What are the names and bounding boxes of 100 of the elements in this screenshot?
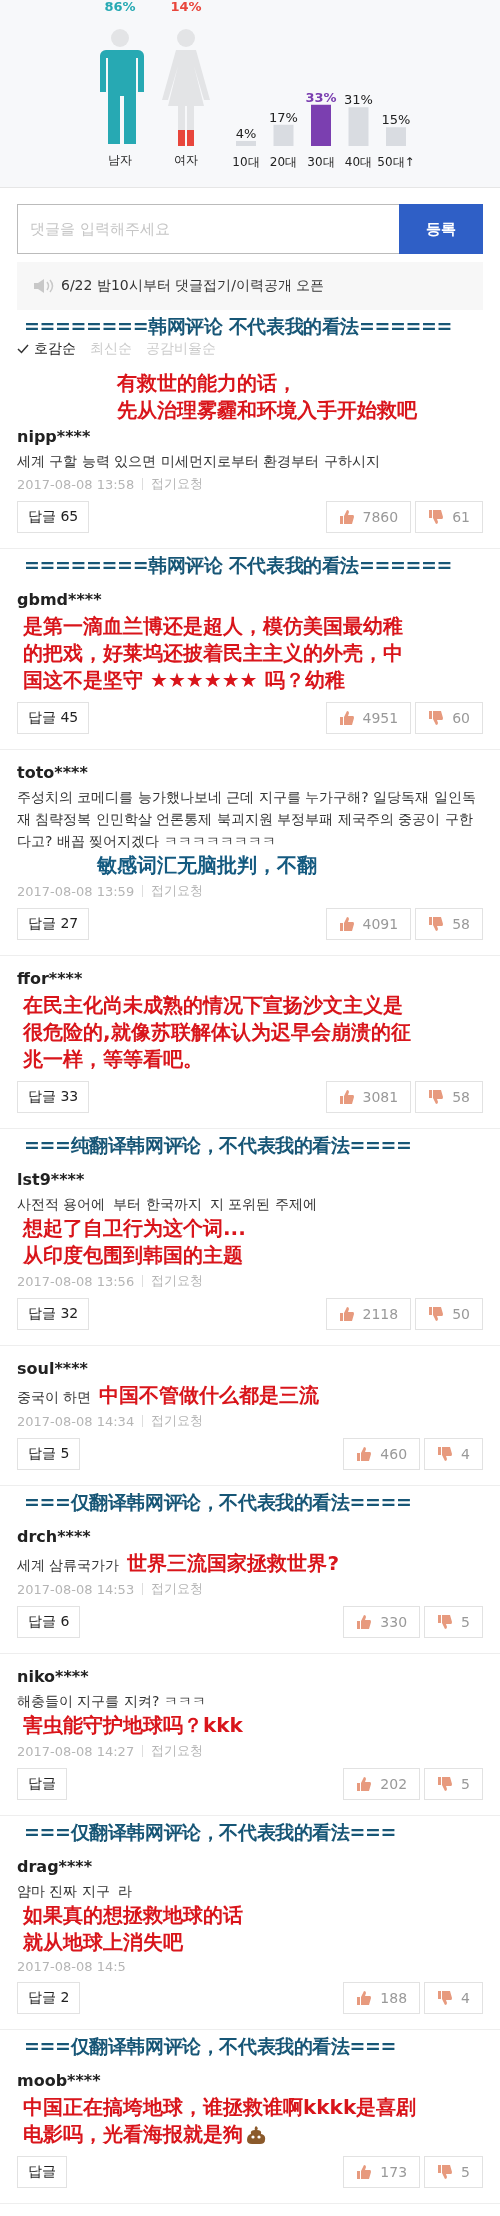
dislike-button[interactable]: 60 <box>415 702 483 734</box>
annotation-text: 很危险的,就像苏联解体认为迟早会崩溃的征 <box>23 1019 411 1046</box>
thumbs-up-icon <box>338 1089 355 1105</box>
speaker-icon <box>33 278 55 294</box>
annotation-text: 害虫能守护地球吗？kkk <box>23 1712 243 1739</box>
age-label: 40대 <box>344 155 373 169</box>
annotation-text: 中国正在搞垮地球，谁拯救谁啊kkkk是喜剧 <box>23 2094 417 2121</box>
reply-button[interactable]: 답글 65 <box>17 501 90 533</box>
check-icon <box>17 344 29 354</box>
dislike-button[interactable]: 58 <box>415 908 483 940</box>
like-button[interactable]: 3081 <box>325 1081 412 1113</box>
dislike-button[interactable]: 4 <box>424 1438 483 1470</box>
annotation-title: ========韩网评论 不代表我的看法====== <box>24 553 454 577</box>
submit-button[interactable]: 등록 <box>399 204 483 254</box>
thumbs-down-icon <box>428 1306 445 1322</box>
username: moob**** <box>17 2071 102 2090</box>
comment-text: 사전적 용어에 <box>17 1195 106 1214</box>
annotation-text: 是第一滴血兰博还是超人，模仿美国最幼稚 <box>23 613 403 640</box>
dislike-button[interactable]: 5 <box>424 2156 483 2188</box>
annotation-text: 从印度包围到韩国的主题 <box>23 1242 243 1269</box>
like-button[interactable]: 202 <box>343 1768 421 1800</box>
thumbs-down-icon <box>437 1614 454 1630</box>
comment-time: 2017-08-08 14:53 <box>17 1581 135 1597</box>
thumbs-down-icon <box>428 1089 445 1105</box>
like-button[interactable]: 4951 <box>325 702 412 734</box>
thumbs-up-icon <box>338 509 355 525</box>
thumbs-up-icon <box>338 1306 355 1322</box>
annotation-text: 就从地球上消失吧 <box>23 1929 183 1956</box>
comment-time: 2017-08-08 13:58 <box>17 476 135 492</box>
like-button[interactable]: 188 <box>343 1982 421 2014</box>
value-label: 31% <box>344 92 373 108</box>
reply-button[interactable]: 답글 45 <box>17 702 90 734</box>
value-label: 15% <box>381 112 411 128</box>
annotation-title: ===纯翻译韩网评论，不代表我的看法==== <box>24 1133 413 1157</box>
reply-button[interactable]: 답글 32 <box>17 1298 90 1330</box>
dislike-button[interactable]: 4 <box>424 1982 483 2014</box>
fold-request-link[interactable]: 접기요청 <box>151 882 204 900</box>
annotation-text: 先从治理雾霾和环境入手开始救吧 <box>117 397 417 424</box>
like-button[interactable]: 460 <box>343 1438 421 1470</box>
thumbs-down-icon <box>437 1990 454 2006</box>
thumbs-up-icon <box>338 710 355 726</box>
fold-request-link[interactable]: 접기요청 <box>151 1580 204 1598</box>
comment-time: 2017-08-08 13:59 <box>17 883 135 899</box>
value-label: 17% <box>269 109 298 125</box>
like-button[interactable]: 7860 <box>325 501 412 533</box>
reply-button[interactable]: 답글 <box>17 2156 67 2188</box>
dislike-button[interactable]: 50 <box>415 1298 483 1330</box>
poop-icon <box>245 2124 267 2145</box>
comment-text: 주성치의 코메디를 능가했나보네 근데 지구를 누가구해? 일당독재 일인독재 침략정복 인민학살 언론통제 북괴지원 부정부패 제국주의 중공이 구한다고? 배꼽 찢어지겠다 ㅋㅋㅋㅋㅋㅋㅋㅋ <box>17 788 477 851</box>
annotation-text: 想起了自卫行为这个词... <box>23 1215 246 1242</box>
annotation-title: ===仅翻译韩网评论，不代表我的看法==== <box>24 1490 413 1514</box>
thumbs-down-icon <box>428 509 445 525</box>
reply-button[interactable]: 답글 33 <box>17 1081 90 1113</box>
fold-request-link[interactable]: 접기요청 <box>151 1742 204 1760</box>
thumbs-up-icon <box>356 1446 373 1462</box>
annotation-title: ===仅翻译韩网评论，不代表我的看法=== <box>24 2034 398 2058</box>
comment-input-field[interactable]: 댓글을 입력해주세요 <box>17 204 399 254</box>
thumbs-up-icon <box>356 2164 373 2180</box>
reply-button[interactable]: 답글 27 <box>17 908 90 940</box>
age-label: 10대 <box>232 155 260 169</box>
thumbs-down-icon <box>428 916 445 932</box>
annotation-text: 中国不管做什么都是三流 <box>99 1382 320 1409</box>
reply-button[interactable]: 답글 2 <box>17 1982 81 2014</box>
fold-request-link[interactable]: 접기요청 <box>151 1412 204 1430</box>
dislike-button[interactable]: 58 <box>415 1081 483 1113</box>
annotation-text: 兆一样，等等看吧。 <box>23 1046 203 1073</box>
comment-time: 2017-08-08 14:27 <box>17 1743 135 1759</box>
comment-text: 해충들이 지구를 지켜? ㅋㅋㅋ <box>17 1692 206 1711</box>
fold-request-link[interactable]: 접기요청 <box>151 1272 204 1290</box>
thumbs-down-icon <box>428 710 445 726</box>
sort-tab[interactable]: 호감순 <box>17 338 76 360</box>
reply-button[interactable]: 답글 <box>17 1768 67 1800</box>
dislike-button[interactable]: 61 <box>415 501 483 533</box>
reply-button[interactable]: 답글 5 <box>17 1438 81 1470</box>
username: toto**** <box>17 763 89 782</box>
dislike-button[interactable]: 5 <box>424 1606 483 1638</box>
comment-text: 얌마 진짜 지구 <box>17 1882 110 1901</box>
fold-request-link[interactable]: 접기요청 <box>151 475 204 493</box>
username: lst9**** <box>17 1170 86 1189</box>
comment-text: 라 <box>117 1882 132 1901</box>
comment-time: 2017-08-08 14:5 <box>17 1959 126 1974</box>
age-label: 30대 <box>307 155 335 169</box>
like-button[interactable]: 173 <box>343 2156 421 2188</box>
like-button[interactable]: 2118 <box>325 1298 412 1330</box>
thumbs-up-icon <box>356 1776 373 1792</box>
like-button[interactable]: 4091 <box>325 908 412 940</box>
thumbs-down-icon <box>437 2164 454 2180</box>
comment-time: 2017-08-08 13:56 <box>17 1273 135 1289</box>
age-label: 20대 <box>269 155 298 169</box>
username: nipp**** <box>17 427 92 446</box>
username: drch**** <box>17 1527 92 1546</box>
thumbs-up-icon <box>338 916 355 932</box>
annotation-text: 敏感词汇无脑批判，不翻 <box>97 852 317 879</box>
reply-button[interactable]: 답글 6 <box>17 1606 81 1638</box>
annotation-text: 电影吗，光看海报就是狗 <box>23 2121 267 2148</box>
dislike-button[interactable]: 5 <box>424 1768 483 1800</box>
value-label: 4% <box>235 126 257 141</box>
like-button[interactable]: 330 <box>343 1606 421 1638</box>
annotation-title: ========韩网评论 不代表我的看法====== <box>24 314 454 338</box>
comment-text: 세계 구할 능력 있으면 미세먼지로부터 환경부터 구하시지 <box>17 452 380 471</box>
